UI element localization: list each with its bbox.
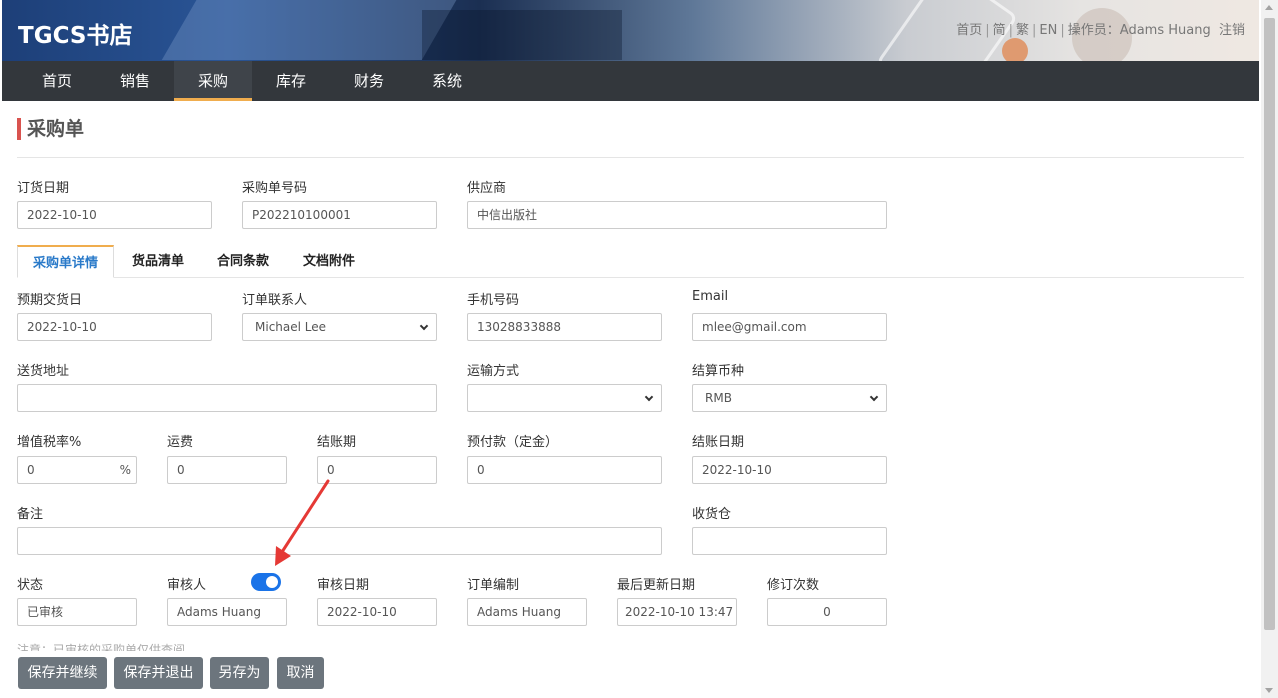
header-banner: TGCS书店 首页 | 简 | 繁 | EN | 操作员：Adams Huang 注销 — [2, 0, 1259, 61]
currency-value: RMB — [705, 391, 732, 405]
separator: | — [1008, 23, 1014, 38]
settlement-date-input[interactable]: 2022-10-10 — [692, 456, 887, 484]
vat-rate-value: 0 — [27, 463, 35, 477]
chevron-down-icon — [869, 392, 879, 402]
operator-name: Adams Huang — [1119, 23, 1211, 38]
page-title: 采购单 — [17, 118, 84, 140]
prepayment-label: 预付款（定金） — [467, 435, 559, 450]
contact-select-value: Michael Lee — [255, 320, 327, 334]
status-label: 状态 — [17, 578, 44, 593]
separator: | — [985, 23, 990, 38]
scroll-up-icon[interactable] — [1265, 5, 1273, 10]
order-editor-label: 订单编制 — [467, 578, 520, 593]
nav-item-home[interactable]: 首页 — [18, 61, 96, 101]
reviewer-input[interactable]: Adams Huang — [167, 598, 287, 626]
separator: | — [1032, 23, 1037, 38]
banner-decoration — [1002, 38, 1028, 61]
last-updated-label: 最后更新日期 — [617, 578, 696, 593]
freight-input[interactable]: 0 — [167, 456, 287, 484]
separator: | — [1060, 23, 1065, 38]
currency-select[interactable]: RMB — [692, 384, 887, 412]
delivery-address-input[interactable] — [17, 384, 437, 412]
scrollbar-thumb[interactable] — [1264, 18, 1275, 630]
reviewer-label: 审核人 — [167, 578, 207, 593]
cancel-button[interactable]: 取消 — [277, 657, 324, 689]
order-date-label: 订货日期 — [17, 181, 70, 196]
tab-contract-terms[interactable]: 合同条款 — [204, 245, 282, 278]
warehouse-input[interactable] — [692, 527, 887, 555]
percent-suffix: % — [119, 463, 131, 477]
contact-select[interactable]: Michael Lee — [242, 313, 437, 341]
freight-label: 运费 — [167, 435, 194, 450]
review-date-label: 审核日期 — [317, 578, 370, 593]
review-note: 注意：已审核的采购单仅供查阅 — [17, 643, 186, 651]
warehouse-label: 收货仓 — [692, 507, 732, 522]
scroll-down-icon[interactable] — [1265, 688, 1273, 693]
tab-item-list[interactable]: 货品清单 — [118, 245, 198, 278]
banner-decoration — [422, 10, 622, 60]
last-updated-input[interactable]: 2022-10-10 13:47 — [617, 598, 737, 626]
po-number-label: 采购单号码 — [242, 181, 308, 196]
delivery-address-label: 送货地址 — [17, 364, 70, 379]
lang-traditional-link[interactable]: 繁 — [1016, 23, 1029, 38]
revision-count-input[interactable]: 0 — [767, 598, 887, 626]
save-as-button[interactable]: 另存为 — [210, 657, 269, 689]
top-links: 首页 | 简 | 繁 | EN | 操作员：Adams Huang 注销 — [956, 19, 1245, 38]
nav-item-inventory[interactable]: 库存 — [252, 61, 330, 101]
supplier-label: 供应商 — [467, 181, 507, 196]
banner-decoration — [161, 0, 463, 60]
page-scrollbar[interactable] — [1261, 0, 1278, 698]
review-date-input[interactable]: 2022-10-10 — [317, 598, 437, 626]
tab-attachments[interactable]: 文档附件 — [290, 245, 368, 278]
shipping-method-label: 运输方式 — [467, 364, 520, 379]
vat-rate-label: 增值税率% — [17, 435, 82, 450]
contact-label: 订单联系人 — [242, 293, 308, 308]
supplier-input[interactable]: 中信出版社 — [467, 201, 887, 229]
shipping-method-select[interactable] — [467, 384, 662, 412]
main-nav: 首页 销售 采购 库存 财务 系统 — [2, 61, 1259, 101]
settlement-date-label: 结账日期 — [692, 435, 745, 450]
remarks-label: 备注 — [17, 507, 44, 522]
currency-label: 结算币种 — [692, 364, 745, 379]
email-label: Email — [692, 289, 729, 304]
nav-item-system[interactable]: 系统 — [408, 61, 486, 101]
divider — [17, 157, 1244, 158]
po-number-input[interactable]: P202210100001 — [242, 201, 437, 229]
lang-simplified-link[interactable]: 简 — [993, 23, 1006, 38]
save-continue-button[interactable]: 保存并继续 — [18, 657, 107, 689]
nav-item-purchase[interactable]: 采购 — [174, 61, 252, 101]
revision-count-label: 修订次数 — [767, 578, 820, 593]
status-input[interactable]: 已审核 — [17, 598, 137, 626]
order-editor-input[interactable]: Adams Huang — [467, 598, 587, 626]
lang-english-link[interactable]: EN — [1039, 23, 1057, 38]
tab-bar-divider — [17, 277, 1244, 278]
expected-delivery-label: 预期交货日 — [17, 293, 83, 308]
home-link[interactable]: 首页 — [956, 23, 982, 38]
nav-item-finance[interactable]: 财务 — [330, 61, 408, 101]
annotation-arrow — [275, 479, 330, 566]
mobile-label: 手机号码 — [467, 293, 520, 308]
tab-po-details[interactable]: 采购单详情 — [17, 245, 114, 278]
payment-term-input[interactable]: 0 — [317, 456, 437, 484]
reviewer-toggle-switch[interactable] — [251, 573, 281, 591]
brand-logo: TGCS书店 — [18, 23, 133, 49]
logout-link[interactable]: 注销 — [1219, 23, 1245, 38]
nav-item-sales[interactable]: 销售 — [96, 61, 174, 101]
chevron-down-icon — [644, 392, 654, 402]
chevron-down-icon — [419, 321, 429, 331]
save-exit-button[interactable]: 保存并退出 — [114, 657, 203, 689]
vat-rate-input[interactable]: 0 % — [17, 456, 137, 484]
mobile-input[interactable]: 13028833888 — [467, 313, 662, 341]
toggle-knob — [266, 576, 278, 588]
remarks-input[interactable] — [17, 527, 662, 555]
order-date-input[interactable]: 2022-10-10 — [17, 201, 212, 229]
email-input[interactable]: mlee@gmail.com — [692, 313, 887, 341]
operator-label: 操作员： — [1067, 23, 1120, 38]
prepayment-input[interactable]: 0 — [467, 456, 662, 484]
payment-term-label: 结账期 — [317, 435, 357, 450]
expected-delivery-input[interactable]: 2022-10-10 — [17, 313, 212, 341]
